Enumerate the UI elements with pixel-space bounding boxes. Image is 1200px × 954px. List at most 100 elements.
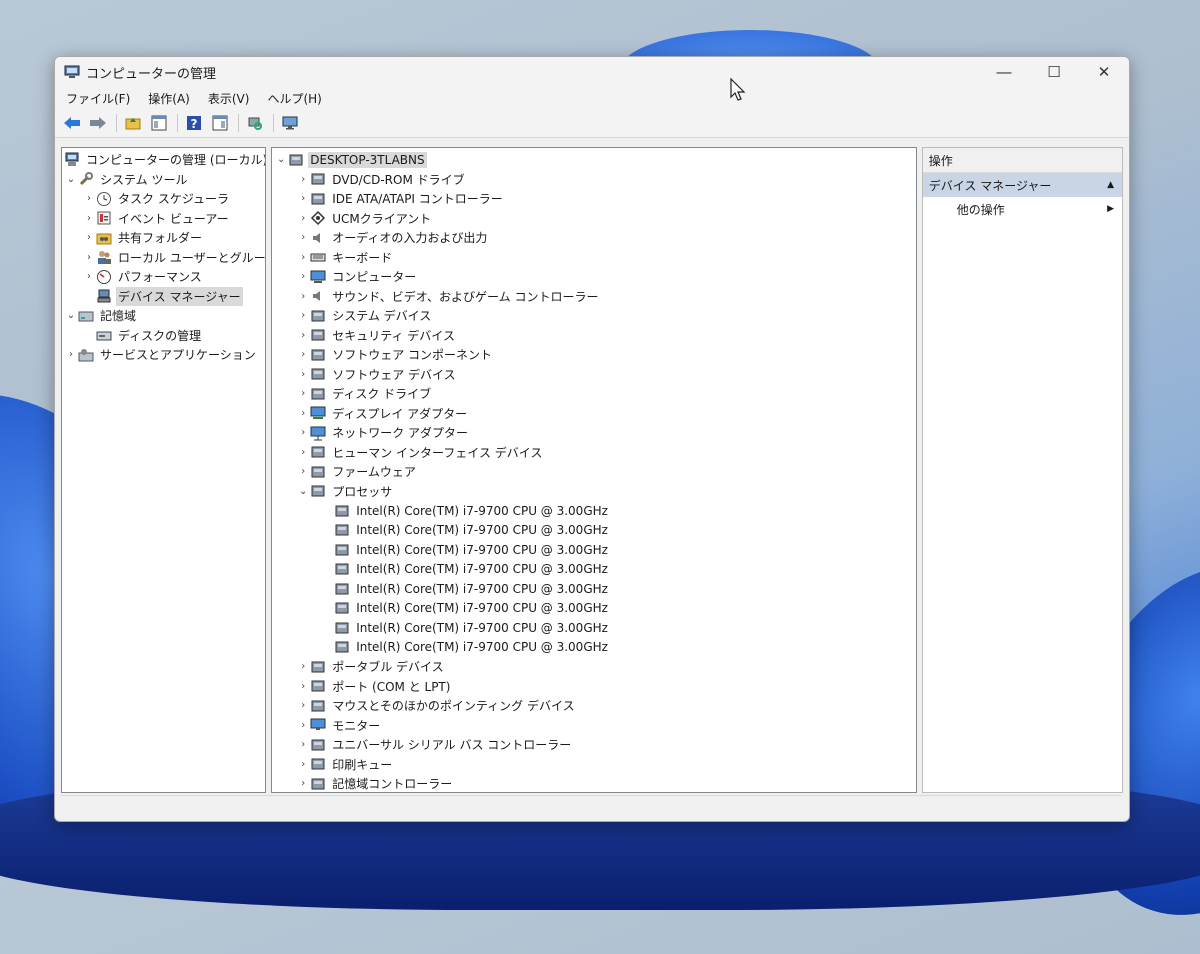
device-category[interactable]: › ヒューマン インターフェイス デバイス [272,443,916,463]
chevron-right-icon[interactable]: › [296,211,310,225]
actions-section-device-manager[interactable]: デバイス マネージャー ▲ [922,173,1122,197]
device-category[interactable]: › ポータブル デバイス [272,657,916,677]
device-category[interactable]: › モニター [272,716,916,736]
device-category[interactable]: › ディスク ドライブ [272,384,916,404]
tree-root[interactable]: コンピューターの管理 (ローカル) [62,150,265,170]
tree-local-users-groups[interactable]: › ローカル ユーザーとグループ [62,248,265,268]
show-hide-tree-button[interactable] [147,112,171,134]
processor-item[interactable]: Intel(R) Core(TM) i7-9700 CPU @ 3.00GHz [272,501,916,521]
chevron-right-icon[interactable]: › [296,738,310,752]
tree-device-manager[interactable]: デバイス マネージャー [62,286,265,307]
chevron-right-icon[interactable]: › [296,718,310,732]
chevron-right-icon[interactable]: › [296,367,310,381]
console-tree-pane[interactable]: コンピューターの管理 (ローカル) ⌄ システム ツール › タスク スケジュー… [61,147,267,793]
chevron-right-icon[interactable]: › [296,699,310,713]
chevron-down-icon[interactable]: ⌄ [64,309,78,323]
show-hide-action-pane-button[interactable] [208,112,232,134]
device-category[interactable]: › サウンド、ビデオ、およびゲーム コントローラー [272,287,916,307]
computer-management-window: コンピューターの管理 ― ☐ ✕ ファイル(F) 操作(A) 表示(V) ヘルプ… [54,56,1130,822]
processor-item[interactable]: Intel(R) Core(TM) i7-9700 CPU @ 3.00GHz [272,540,916,560]
chevron-right-icon[interactable]: › [296,777,310,791]
device-tree-root[interactable]: ⌄ DESKTOP-3TLABNS [272,150,916,170]
chevron-down-icon[interactable]: ⌄ [296,484,310,498]
chevron-right-icon[interactable]: › [296,426,310,440]
tree-system-tools[interactable]: ⌄ システム ツール [62,170,265,190]
close-button[interactable]: ✕ [1079,57,1129,87]
chevron-right-icon[interactable]: › [82,270,96,284]
chevron-right-icon[interactable]: › [296,445,310,459]
chevron-right-icon[interactable]: › [64,348,78,362]
processor-item[interactable]: Intel(R) Core(TM) i7-9700 CPU @ 3.00GHz [272,638,916,658]
chevron-right-icon[interactable]: › [296,387,310,401]
menu-help[interactable]: ヘルプ(H) [261,90,327,107]
up-folder-button[interactable] [121,112,145,134]
tree-shared-folders[interactable]: › 共有フォルダー [62,228,265,248]
chevron-right-icon[interactable]: › [296,348,310,362]
device-category[interactable]: › ポート (COM と LPT) [272,677,916,697]
chevron-right-icon[interactable]: › [296,250,310,264]
device-category[interactable]: › 記憶域コントローラー [272,774,916,792]
tree-task-scheduler[interactable]: › タスク スケジューラ [62,189,265,209]
device-category[interactable]: › キーボード [272,248,916,268]
tree-performance[interactable]: › パフォーマンス [62,267,265,287]
device-category[interactable]: › ソフトウェア デバイス [272,365,916,385]
scan-hardware-button[interactable] [243,112,267,134]
chevron-down-icon[interactable]: ⌄ [64,172,78,186]
menu-view[interactable]: 表示(V) [202,90,256,107]
chevron-right-icon[interactable]: › [82,250,96,264]
chevron-right-icon[interactable]: › [296,172,310,186]
processor-item[interactable]: Intel(R) Core(TM) i7-9700 CPU @ 3.00GHz [272,579,916,599]
chevron-right-icon[interactable]: › [296,406,310,420]
device-category[interactable]: › DVD/CD-ROM ドライブ [272,170,916,190]
device-category[interactable]: › ユニバーサル シリアル バス コントローラー [272,735,916,755]
chevron-right-icon[interactable]: › [296,289,310,303]
help-button[interactable]: ? [182,112,206,134]
chevron-right-icon[interactable]: › [296,757,310,771]
chevron-right-icon[interactable]: › [296,309,310,323]
chevron-right-icon[interactable]: › [82,192,96,206]
chevron-right-icon[interactable]: › [82,231,96,245]
collapse-up-icon[interactable]: ▲ [1107,180,1114,190]
maximize-button[interactable]: ☐ [1029,57,1079,87]
device-category-processor[interactable]: ⌄ プロセッサ [272,482,916,502]
device-category[interactable]: › ネットワーク アダプター [272,423,916,443]
chevron-right-icon[interactable]: › [296,660,310,674]
minimize-button[interactable]: ― [979,57,1029,87]
tree-disk-management[interactable]: ディスクの管理 [62,326,265,346]
tree-event-viewer[interactable]: › イベント ビューアー [62,209,265,229]
device-category[interactable]: › オーディオの入力および出力 [272,228,916,248]
processor-item[interactable]: Intel(R) Core(TM) i7-9700 CPU @ 3.00GHz [272,599,916,619]
chevron-right-icon[interactable]: › [296,270,310,284]
chevron-right-icon[interactable]: › [296,192,310,206]
menu-action[interactable]: 操作(A) [142,90,196,107]
tree-storage[interactable]: ⌄ 記憶域 [62,306,265,326]
processor-item[interactable]: Intel(R) Core(TM) i7-9700 CPU @ 3.00GHz [272,618,916,638]
device-category[interactable]: › ファームウェア [272,462,916,482]
chevron-right-icon[interactable]: › [296,231,310,245]
device-category[interactable]: › マウスとそのほかのポインティング デバイス [272,696,916,716]
properties-button[interactable] [278,112,302,134]
device-category[interactable]: › コンピューター [272,267,916,287]
device-category[interactable]: › ディスプレイ アダプター [272,404,916,424]
menu-file[interactable]: ファイル(F) [60,90,136,107]
processor-item[interactable]: Intel(R) Core(TM) i7-9700 CPU @ 3.00GHz [272,560,916,580]
device-category[interactable]: › セキュリティ デバイス [272,326,916,346]
device-category[interactable]: › IDE ATA/ATAPI コントローラー [272,189,916,209]
title-bar[interactable]: コンピューターの管理 ― ☐ ✕ [55,57,1129,87]
processor-item[interactable]: Intel(R) Core(TM) i7-9700 CPU @ 3.00GHz [272,521,916,541]
chevron-right-icon[interactable]: › [296,328,310,342]
back-button[interactable] [60,112,84,134]
device-category[interactable]: › UCMクライアント [272,209,916,229]
chevron-right-icon[interactable]: › [296,679,310,693]
device-tree-label: UCMクライアント [332,211,432,226]
device-category[interactable]: › システム デバイス [272,306,916,326]
device-category[interactable]: › 印刷キュー [272,755,916,775]
more-actions-link[interactable]: 他の操作 ▶ [923,197,1122,221]
tree-services-applications[interactable]: › サービスとアプリケーション [62,345,265,365]
device-tree-pane[interactable]: ⌄ DESKTOP-3TLABNS › DVD/CD-ROM ドライブ › IDE ATA… [271,147,917,793]
chevron-right-icon[interactable]: › [296,465,310,479]
forward-button[interactable] [86,112,110,134]
device-category[interactable]: › ソフトウェア コンポーネント [272,345,916,365]
chevron-right-icon[interactable]: › [82,211,96,225]
chevron-down-icon[interactable]: ⌄ [274,153,288,167]
